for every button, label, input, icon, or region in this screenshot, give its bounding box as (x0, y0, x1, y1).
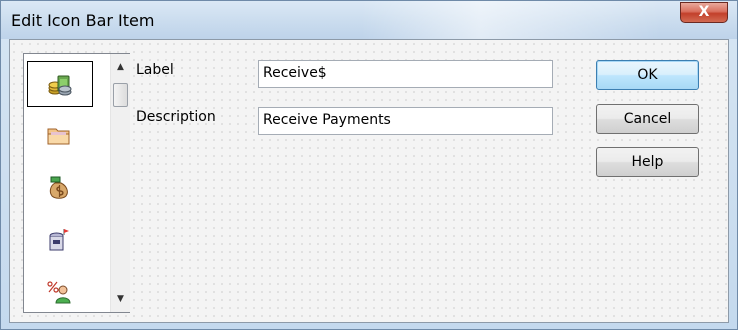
help-button[interactable]: Help (596, 147, 699, 177)
folder-icon (47, 128, 70, 145)
icon-list-item-mailbox[interactable] (27, 217, 93, 263)
label-caption: Label (136, 62, 174, 78)
close-button[interactable]: X (680, 2, 728, 23)
icon-list-item-percent-person[interactable] (27, 269, 93, 315)
mailbox-icon (49, 229, 69, 251)
scroll-down-button[interactable]: ▼ (111, 290, 130, 308)
edit-icon-bar-item-dialog: Edit Icon Bar Item X ▲ ▼ Label Receive$ … (0, 0, 738, 330)
percent-person-icon (47, 281, 71, 304)
label-input[interactable]: Receive$ (258, 60, 553, 88)
title-bar-glow (361, 1, 661, 39)
description-input[interactable]: Receive Payments (258, 107, 553, 135)
icon-list-items (25, 55, 111, 311)
dialog-title: Edit Icon Bar Item (11, 11, 155, 30)
coins-icon (48, 75, 72, 96)
icon-list[interactable]: ▲ ▼ (23, 53, 130, 313)
cancel-button[interactable]: Cancel (596, 104, 699, 134)
dialog-body: ▲ ▼ Label Receive$ Description Receive P… (9, 39, 729, 323)
icon-list-item-coins[interactable] (27, 61, 93, 107)
money-bag-icon (49, 176, 68, 199)
close-icon: X (698, 4, 710, 20)
icon-list-scrollbar[interactable]: ▲ ▼ (110, 54, 130, 312)
ok-button[interactable]: OK (596, 60, 699, 90)
description-caption: Description (136, 109, 216, 125)
scroll-thumb[interactable] (113, 83, 128, 107)
title-bar[interactable]: Edit Icon Bar Item X (1, 1, 737, 39)
icon-list-item-money-bag[interactable] (27, 165, 93, 211)
icon-list-item-folder[interactable] (27, 113, 93, 159)
scroll-up-button[interactable]: ▲ (111, 58, 130, 76)
